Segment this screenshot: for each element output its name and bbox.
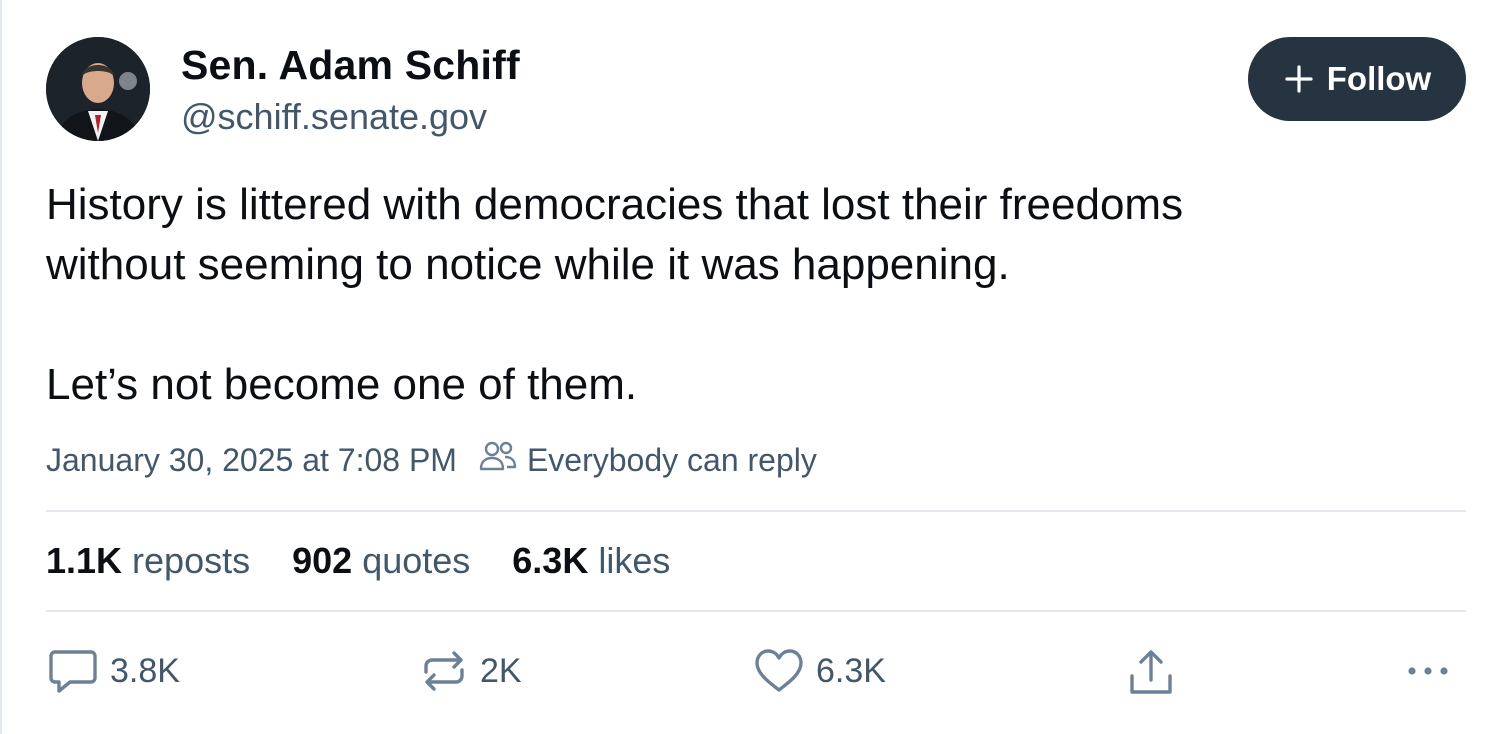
post-card: Sen. Adam Schiff @schiff.senate.gov Foll… [0, 0, 1486, 734]
repost-icon [420, 648, 468, 694]
quotes-label: quotes [362, 540, 471, 581]
share-button[interactable] [1128, 648, 1174, 696]
reply-setting-label: Everybody can reply [526, 441, 817, 478]
post-meta: January 30, 2025 at 7:08 PM Everybody ca… [46, 440, 817, 480]
like-count: 6.3K [816, 651, 886, 690]
more-options-button[interactable] [1404, 648, 1452, 694]
follow-button[interactable]: Follow [1248, 37, 1466, 121]
reply-button[interactable]: 3.8K [48, 648, 180, 694]
reply-setting[interactable]: Everybody can reply [479, 440, 817, 480]
likes-label: likes [598, 540, 671, 581]
avatar-photo [46, 37, 150, 141]
post-text: History is littered with democracies tha… [46, 175, 1446, 415]
repost-button[interactable]: 2K [420, 648, 522, 694]
post-stats: 1.1K reposts 902 quotes 6.3K likes [46, 540, 712, 582]
reply-count: 3.8K [110, 651, 180, 690]
reposts-label: reposts [132, 540, 251, 581]
comment-icon [48, 648, 98, 694]
likes-count: 6.3K [512, 540, 589, 581]
like-button[interactable]: 6.3K [754, 648, 886, 694]
reposts-count: 1.1K [46, 540, 123, 581]
follow-label: Follow [1326, 60, 1432, 97]
author-name[interactable]: Sen. Adam Schiff [181, 42, 520, 89]
divider [46, 610, 1466, 612]
post-text-line: without seeming to notice while it was h… [46, 240, 1010, 289]
quotes-stat[interactable]: 902 quotes [292, 540, 470, 582]
plus-icon [1283, 63, 1315, 95]
repost-count: 2K [480, 651, 522, 690]
author-handle[interactable]: @schiff.senate.gov [181, 96, 487, 138]
people-icon [479, 440, 517, 480]
likes-stat[interactable]: 6.3K likes [512, 540, 670, 582]
more-dots-icon [1404, 648, 1452, 694]
heart-icon [754, 648, 804, 694]
post-timestamp[interactable]: January 30, 2025 at 7:08 PM [46, 442, 457, 479]
post-text-line: History is littered with democracies tha… [46, 180, 1184, 229]
avatar[interactable] [46, 37, 150, 141]
quotes-count: 902 [292, 540, 353, 581]
divider [46, 510, 1466, 512]
reposts-stat[interactable]: 1.1K reposts [46, 540, 250, 582]
share-icon [1128, 648, 1174, 696]
post-text-line: Let’s not become one of them. [46, 360, 638, 409]
